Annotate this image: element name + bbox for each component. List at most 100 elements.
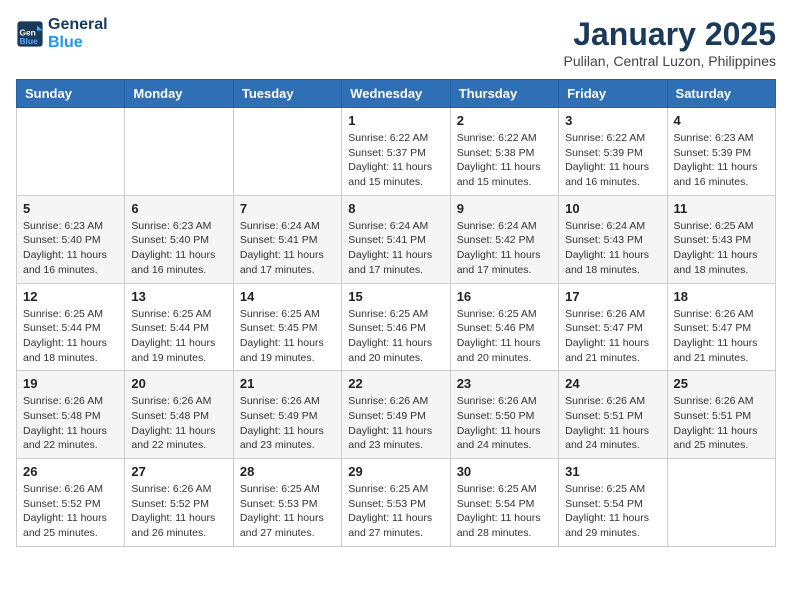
day-number: 22 [348, 376, 443, 391]
calendar-cell: 2Sunrise: 6:22 AMSunset: 5:38 PMDaylight… [450, 108, 558, 196]
day-number: 6 [131, 201, 226, 216]
calendar-cell: 15 Sunrise: 6:25 AMSunset: 5:46 PMDayligh… [342, 283, 450, 371]
calendar-cell: 7Sunrise: 6:24 AMSunset: 5:41 PMDaylight… [233, 195, 341, 283]
calendar-cell [233, 108, 341, 196]
location-title: Pulilan, Central Luzon, Philippines [564, 53, 776, 69]
weekday-header-thursday: Thursday [450, 80, 558, 108]
day-info: Sunrise: 6:26 AMSunset: 5:47 PMDaylight:… [674, 307, 769, 366]
day-info: Sunrise: 6:26 AMSunset: 5:49 PMDaylight:… [348, 394, 443, 453]
weekday-header-sunday: Sunday [17, 80, 125, 108]
day-info: Sunrise: 6:22 AMSunset: 5:39 PMDaylight:… [565, 131, 660, 190]
day-number: 18 [674, 289, 769, 304]
calendar-cell [17, 108, 125, 196]
day-info: Sunrise: 6:26 AMSunset: 5:48 PMDaylight:… [23, 394, 118, 453]
day-info: Sunrise: 6:24 AMSunset: 5:43 PMDaylight:… [565, 219, 660, 278]
day-number: 1 [348, 113, 443, 128]
day-number: 4 [674, 113, 769, 128]
calendar-week-row: 1 Sunrise: 6:22 AMSunset: 5:37 PMDaylight… [17, 108, 776, 196]
day-info: Sunrise: 6:25 AMSunset: 5:46 PMDaylight:… [457, 307, 552, 366]
day-number: 21 [240, 376, 335, 391]
day-number: 11 [674, 201, 769, 216]
weekday-header-tuesday: Tuesday [233, 80, 341, 108]
calendar-cell: 31 Sunrise: 6:25 AMSunset: 5:54 PMDayligh… [559, 459, 667, 547]
day-info: Sunrise: 6:24 AMSunset: 5:41 PMDaylight:… [240, 219, 335, 278]
day-info: Sunrise: 6:24 AMSunset: 5:41 PMDaylight:… [348, 219, 443, 278]
calendar-cell: 30 Sunrise: 6:25 AMSunset: 5:54 PMDayligh… [450, 459, 558, 547]
day-number: 23 [457, 376, 552, 391]
day-number: 10 [565, 201, 660, 216]
calendar-week-row: 5Sunrise: 6:23 AMSunset: 5:40 PMDaylight… [17, 195, 776, 283]
day-info: Sunrise: 6:25 AMSunset: 5:54 PMDaylight:… [457, 482, 552, 541]
day-info: Sunrise: 6:25 AMSunset: 5:46 PMDaylight:… [348, 307, 443, 366]
day-number: 20 [131, 376, 226, 391]
day-number: 30 [457, 464, 552, 479]
day-info: Sunrise: 6:26 AMSunset: 5:52 PMDaylight:… [23, 482, 118, 541]
day-info: Sunrise: 6:24 AMSunset: 5:42 PMDaylight:… [457, 219, 552, 278]
calendar-table: SundayMondayTuesdayWednesdayThursdayFrid… [16, 79, 776, 547]
calendar-cell: 13 Sunrise: 6:25 AMSunset: 5:44 PMDayligh… [125, 283, 233, 371]
day-info: Sunrise: 6:26 AMSunset: 5:48 PMDaylight:… [131, 394, 226, 453]
day-info: Sunrise: 6:26 AMSunset: 5:51 PMDaylight:… [565, 394, 660, 453]
day-info: Sunrise: 6:25 AMSunset: 5:43 PMDaylight:… [674, 219, 769, 278]
calendar-cell: 6 Sunrise: 6:23 AMSunset: 5:40 PMDaylight… [125, 195, 233, 283]
day-info: Sunrise: 6:25 AMSunset: 5:54 PMDaylight:… [565, 482, 660, 541]
day-number: 27 [131, 464, 226, 479]
day-info: Sunrise: 6:26 AMSunset: 5:50 PMDaylight:… [457, 394, 552, 453]
title-block: January 2025 Pulilan, Central Luzon, Phi… [564, 16, 776, 69]
day-number: 31 [565, 464, 660, 479]
calendar-cell: 3Sunrise: 6:22 AMSunset: 5:39 PMDaylight… [559, 108, 667, 196]
calendar-cell [125, 108, 233, 196]
calendar-cell: 14 Sunrise: 6:25 AMSunset: 5:45 PMDayligh… [233, 283, 341, 371]
calendar-cell: 24Sunrise: 6:26 AMSunset: 5:51 PMDayligh… [559, 371, 667, 459]
calendar-cell: 19Sunrise: 6:26 AMSunset: 5:48 PMDayligh… [17, 371, 125, 459]
calendar-cell: 9 Sunrise: 6:24 AMSunset: 5:42 PMDaylight… [450, 195, 558, 283]
month-title: January 2025 [564, 16, 776, 53]
day-info: Sunrise: 6:26 AMSunset: 5:49 PMDaylight:… [240, 394, 335, 453]
day-number: 26 [23, 464, 118, 479]
calendar-cell: 21 Sunrise: 6:26 AMSunset: 5:49 PMDayligh… [233, 371, 341, 459]
calendar-week-row: 26 Sunrise: 6:26 AMSunset: 5:52 PMDayligh… [17, 459, 776, 547]
day-number: 14 [240, 289, 335, 304]
day-info: Sunrise: 6:26 AMSunset: 5:47 PMDaylight:… [565, 307, 660, 366]
logo: Gen Blue General Blue [16, 16, 108, 52]
weekday-header-row: SundayMondayTuesdayWednesdayThursdayFrid… [17, 80, 776, 108]
day-info: Sunrise: 6:26 AMSunset: 5:52 PMDaylight:… [131, 482, 226, 541]
weekday-header-wednesday: Wednesday [342, 80, 450, 108]
logo-text: General Blue [48, 16, 108, 52]
day-number: 25 [674, 376, 769, 391]
day-number: 15 [348, 289, 443, 304]
calendar-cell: 22 Sunrise: 6:26 AMSunset: 5:49 PMDayligh… [342, 371, 450, 459]
page-header: Gen Blue General Blue January 2025 Pulil… [16, 16, 776, 69]
day-info: Sunrise: 6:23 AMSunset: 5:40 PMDaylight:… [131, 219, 226, 278]
day-number: 2 [457, 113, 552, 128]
day-info: Sunrise: 6:23 AMSunset: 5:39 PMDaylight:… [674, 131, 769, 190]
day-info: Sunrise: 6:25 AMSunset: 5:45 PMDaylight:… [240, 307, 335, 366]
calendar-cell: 26 Sunrise: 6:26 AMSunset: 5:52 PMDayligh… [17, 459, 125, 547]
day-number: 9 [457, 201, 552, 216]
calendar-cell: 28 Sunrise: 6:25 AMSunset: 5:53 PMDayligh… [233, 459, 341, 547]
day-info: Sunrise: 6:25 AMSunset: 5:44 PMDaylight:… [131, 307, 226, 366]
day-number: 29 [348, 464, 443, 479]
day-info: Sunrise: 6:25 AMSunset: 5:44 PMDaylight:… [23, 307, 118, 366]
day-number: 16 [457, 289, 552, 304]
calendar-cell: 8 Sunrise: 6:24 AMSunset: 5:41 PMDaylight… [342, 195, 450, 283]
calendar-cell: 5Sunrise: 6:23 AMSunset: 5:40 PMDaylight… [17, 195, 125, 283]
calendar-cell: 17 Sunrise: 6:26 AMSunset: 5:47 PMDayligh… [559, 283, 667, 371]
weekday-header-saturday: Saturday [667, 80, 775, 108]
day-number: 8 [348, 201, 443, 216]
weekday-header-friday: Friday [559, 80, 667, 108]
day-info: Sunrise: 6:26 AMSunset: 5:51 PMDaylight:… [674, 394, 769, 453]
day-number: 17 [565, 289, 660, 304]
day-number: 28 [240, 464, 335, 479]
calendar-week-row: 19Sunrise: 6:26 AMSunset: 5:48 PMDayligh… [17, 371, 776, 459]
day-info: Sunrise: 6:22 AMSunset: 5:37 PMDaylight:… [348, 131, 443, 190]
day-info: Sunrise: 6:25 AMSunset: 5:53 PMDaylight:… [240, 482, 335, 541]
calendar-cell: 16 Sunrise: 6:25 AMSunset: 5:46 PMDayligh… [450, 283, 558, 371]
day-number: 13 [131, 289, 226, 304]
day-number: 12 [23, 289, 118, 304]
calendar-cell: 18 Sunrise: 6:26 AMSunset: 5:47 PMDayligh… [667, 283, 775, 371]
calendar-cell: 1 Sunrise: 6:22 AMSunset: 5:37 PMDaylight… [342, 108, 450, 196]
calendar-week-row: 12 Sunrise: 6:25 AMSunset: 5:44 PMDayligh… [17, 283, 776, 371]
calendar-cell: 29Sunrise: 6:25 AMSunset: 5:53 PMDayligh… [342, 459, 450, 547]
calendar-cell: 4 Sunrise: 6:23 AMSunset: 5:39 PMDaylight… [667, 108, 775, 196]
